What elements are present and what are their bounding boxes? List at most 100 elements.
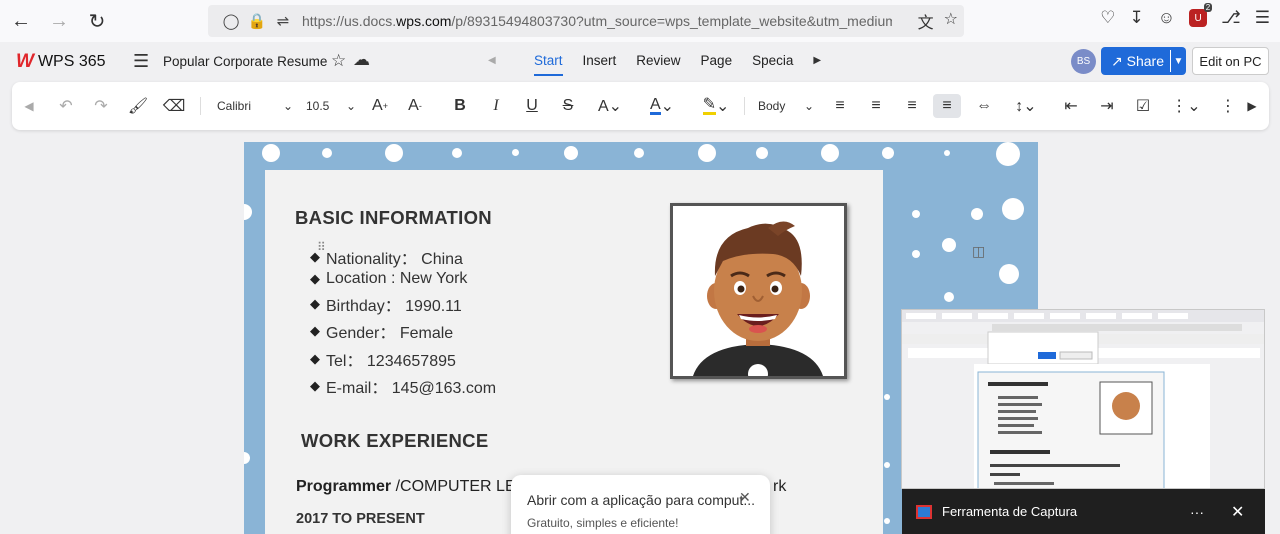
- decor-dot: [912, 250, 920, 258]
- undo-icon[interactable]: ↶: [54, 94, 78, 118]
- favorite-star-icon[interactable]: ☆: [331, 51, 346, 71]
- list-item[interactable]: ◆ E-mail： 145@163.com: [310, 372, 496, 400]
- highlight-icon[interactable]: ✎ ⌄: [698, 94, 734, 118]
- decor-dot: [882, 147, 894, 159]
- paragraph-style-select[interactable]: Body ⌄: [752, 94, 814, 118]
- job-date[interactable]: 2017 TO PRESENT: [296, 511, 425, 527]
- redo-icon[interactable]: ↷: [89, 94, 113, 118]
- ribbon-tabs: ◀ Start Insert Review Page Specia ▶: [488, 53, 821, 76]
- increase-indent-icon[interactable]: ⇥: [1095, 94, 1119, 118]
- increase-font-icon[interactable]: A +: [368, 94, 392, 118]
- formatting-toolbar: ◀ ↶ ↷ 🖌 ⌫ Calibri ⌄ 10.5 ⌄ A + A- B I U S A…: [12, 82, 1269, 130]
- wps-logo-icon: W: [16, 51, 34, 72]
- menu-icon[interactable]: ☰: [1255, 8, 1270, 28]
- avatar[interactable]: BS: [1071, 49, 1096, 74]
- tab-review[interactable]: Review: [626, 53, 690, 68]
- bookmark-star-icon[interactable]: ☆: [944, 9, 958, 33]
- checklist-icon[interactable]: ☑: [1131, 94, 1155, 118]
- share-dropdown-icon[interactable]: ▼: [1170, 50, 1186, 72]
- decrease-font-icon[interactable]: A-: [403, 94, 427, 118]
- line-spacing-icon[interactable]: ↕⌄: [1008, 94, 1044, 118]
- diamond-bullet-icon: ◆: [310, 350, 320, 366]
- decor-dot: [698, 144, 716, 162]
- wps-logo[interactable]: W WPS 365: [16, 51, 106, 73]
- share-button[interactable]: ↗ Share ▼: [1101, 47, 1186, 75]
- forward-icon[interactable]: →: [42, 4, 76, 38]
- job-title-tail[interactable]: rk: [773, 478, 786, 496]
- cloud-sync-icon[interactable]: ☁: [353, 50, 370, 70]
- chevron-down-icon: ⌄: [282, 99, 293, 113]
- edit-on-pc-button[interactable]: Edit on PC: [1192, 47, 1269, 75]
- tab-start[interactable]: Start: [524, 53, 573, 76]
- list-item[interactable]: ◆ Location : New York: [310, 267, 496, 290]
- list-item[interactable]: ◆ Gender： Female: [310, 317, 496, 345]
- reload-icon[interactable]: ↻: [80, 4, 114, 38]
- capture-thumbnail[interactable]: [901, 309, 1265, 489]
- text-effects-icon[interactable]: A⌄: [592, 94, 628, 118]
- underline-icon[interactable]: U: [520, 94, 544, 118]
- extensions-icon[interactable]: ⎇: [1221, 8, 1241, 28]
- section-title-work[interactable]: WORK EXPERIENCE: [301, 430, 488, 452]
- hamburger-menu-icon[interactable]: ☰: [133, 51, 149, 72]
- address-bar[interactable]: ◯ 🔒 ⇌ https://us.docs.wps.com/p/89315494…: [208, 5, 964, 37]
- tab-page[interactable]: Page: [691, 53, 743, 68]
- download-icon[interactable]: ↧: [1130, 8, 1144, 28]
- section-title-basic[interactable]: BASIC INFORMATION: [295, 207, 492, 229]
- open-in-app-popup[interactable]: Abrir com a aplicação para comput... ✕ G…: [511, 475, 770, 534]
- tab-insert[interactable]: Insert: [573, 53, 627, 68]
- decrease-indent-icon[interactable]: ⇤: [1059, 94, 1083, 118]
- toolbar-scroll-left-icon[interactable]: ◀: [22, 94, 36, 118]
- share-label: Share: [1126, 52, 1164, 69]
- justify-icon[interactable]: ≡: [933, 94, 961, 118]
- tabs-scroll-right-icon[interactable]: ▶: [813, 55, 821, 66]
- close-icon[interactable]: ✕: [1231, 502, 1244, 522]
- decor-dot: [971, 208, 983, 220]
- decor-dot: [564, 146, 578, 160]
- permissions-icon[interactable]: ⇌: [270, 12, 296, 30]
- lock-icon[interactable]: 🔒: [244, 12, 270, 30]
- clear-format-icon[interactable]: ⌫: [162, 94, 186, 118]
- numbered-list-icon[interactable]: ⋮: [1218, 94, 1238, 118]
- avatar-illustration: [673, 206, 844, 376]
- ublock-extension-icon[interactable]: U2: [1189, 3, 1213, 27]
- decor-dot: [884, 518, 890, 524]
- strikethrough-icon[interactable]: S: [556, 94, 580, 118]
- url-text[interactable]: https://us.docs.wps.com/p/89315494803730…: [302, 13, 892, 29]
- translate-icon[interactable]: 文: [918, 9, 934, 33]
- list-item[interactable]: ◆ Birthday： 1990.11: [310, 290, 496, 317]
- align-center-icon[interactable]: ≡: [864, 94, 888, 118]
- list-item[interactable]: ◆ Tel： 1234657895: [310, 345, 496, 372]
- close-icon[interactable]: ✕: [739, 489, 751, 506]
- italic-icon[interactable]: I: [484, 94, 508, 118]
- job-title-line[interactable]: Programmer /COMPUTER LEV: [296, 478, 526, 496]
- align-left-icon[interactable]: ≡: [828, 94, 852, 118]
- font-color-icon[interactable]: A ⌄: [644, 94, 680, 118]
- more-options-icon[interactable]: ···: [1190, 504, 1204, 520]
- shield-icon[interactable]: ◯: [218, 12, 244, 30]
- back-icon[interactable]: ←: [4, 4, 38, 38]
- profile-photo[interactable]: [670, 203, 847, 379]
- pocket-icon[interactable]: ♡: [1100, 8, 1115, 28]
- diamond-bullet-icon: ◆: [310, 295, 320, 311]
- decor-dot: [322, 148, 332, 158]
- decor-dot: [756, 147, 768, 159]
- list-item[interactable]: ◆ Nationality： China: [310, 246, 496, 268]
- add-comment-icon[interactable]: ◫: [972, 243, 985, 260]
- tab-special[interactable]: Specia: [742, 53, 803, 68]
- tabs-scroll-left-icon[interactable]: ◀: [488, 55, 524, 66]
- basic-info-list[interactable]: ◆ Nationality： China ◆ Location : New York…: [310, 246, 496, 400]
- bold-icon[interactable]: B: [448, 94, 472, 118]
- font-size-select[interactable]: 10.5 ⌄: [300, 94, 358, 118]
- popup-title[interactable]: Abrir com a aplicação para comput...: [527, 492, 755, 508]
- font-family-select[interactable]: Calibri ⌄: [207, 94, 297, 118]
- snipping-notification[interactable]: Ferramenta de Captura ··· ✕: [902, 489, 1265, 534]
- format-painter-icon[interactable]: 🖌: [126, 94, 150, 118]
- decor-dot: [996, 142, 1020, 166]
- distribute-icon[interactable]: ⇔: [972, 94, 996, 118]
- document-title[interactable]: Popular Corporate Resume: [163, 54, 327, 69]
- account-icon[interactable]: ☺: [1158, 8, 1175, 28]
- decor-dot: [821, 144, 839, 162]
- toolbar-scroll-right-icon[interactable]: ▶: [1245, 94, 1259, 118]
- bullet-list-icon[interactable]: ⋮⌄: [1168, 94, 1204, 118]
- align-right-icon[interactable]: ≡: [900, 94, 924, 118]
